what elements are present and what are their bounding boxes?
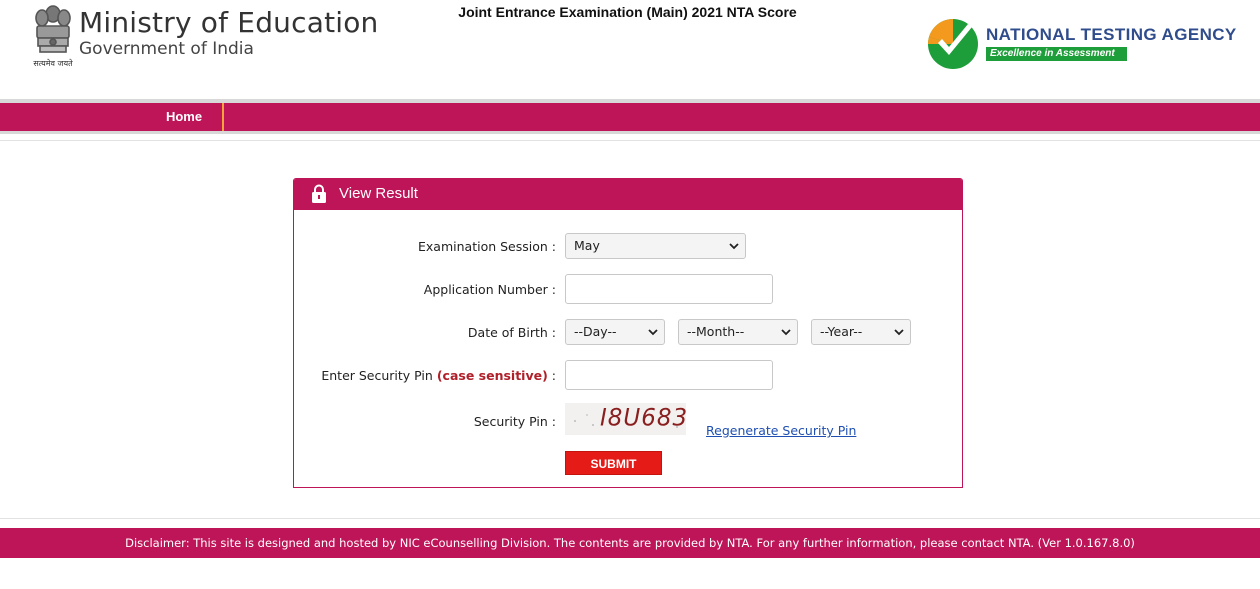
ministry-title: Ministry of Education — [79, 6, 379, 39]
footer-disclaimer: Disclaimer: This site is designed and ho… — [0, 528, 1260, 558]
ministry-subtitle: Government of India — [79, 39, 254, 59]
dob-day-value: --Day-- — [574, 324, 617, 339]
regenerate-security-pin-link[interactable]: Regenerate Security Pin — [706, 423, 856, 438]
panel-title: View Result — [339, 185, 418, 202]
exam-title: Joint Entrance Examination (Main) 2021 N… — [458, 4, 797, 20]
security-pin-label: Security Pin : — [473, 414, 556, 429]
exam-session-value: May — [574, 238, 600, 253]
nta-tagline: Excellence in Assessment — [986, 47, 1127, 61]
captcha-image: I8U683 — [565, 403, 686, 435]
dob-month-value: --Month-- — [687, 324, 745, 339]
panel-header: View Result — [294, 179, 962, 210]
nta-logo-icon — [928, 19, 978, 69]
divider-bottom — [0, 518, 1260, 519]
emblem-motto: सत्यमेव जयते — [33, 59, 73, 68]
chevron-down-icon — [648, 329, 658, 336]
chevron-down-icon — [729, 243, 739, 250]
case-sensitive-note: (case sensitive) — [436, 368, 548, 383]
nav-home-link[interactable]: Home — [146, 103, 224, 131]
chevron-down-icon — [894, 329, 904, 336]
dob-label: Date of Birth : — [467, 325, 556, 340]
application-number-input[interactable] — [565, 274, 773, 304]
divider-top — [0, 140, 1260, 141]
exam-session-select[interactable]: May — [565, 233, 746, 259]
security-pin-entry-label: Enter Security Pin (case sensitive) : — [321, 368, 556, 383]
chevron-down-icon — [781, 329, 791, 336]
site-header: सत्यमेव जयते Ministry of Education Gover… — [0, 0, 1260, 100]
main-nav: Home — [0, 103, 1260, 131]
application-number-label: Application Number : — [423, 282, 556, 297]
view-result-panel: View Result Examination Session : May Ap… — [293, 178, 963, 488]
exam-session-label: Examination Session : — [418, 239, 556, 254]
nav-bottom-border — [0, 131, 1260, 134]
dob-month-select[interactable]: --Month-- — [678, 319, 798, 345]
security-pin-input[interactable] — [565, 360, 773, 390]
dob-day-select[interactable]: --Day-- — [565, 319, 665, 345]
security-pin-entry-text: Enter Security Pin — [321, 368, 433, 383]
security-pin-entry-colon: : — [551, 368, 556, 383]
lock-icon — [312, 184, 326, 203]
nta-name: NATIONAL TESTING AGENCY — [986, 25, 1237, 44]
captcha-text: I8U683 — [600, 404, 686, 432]
submit-button[interactable]: SUBMIT — [565, 451, 662, 475]
dob-year-value: --Year-- — [820, 324, 863, 339]
dob-year-select[interactable]: --Year-- — [811, 319, 911, 345]
